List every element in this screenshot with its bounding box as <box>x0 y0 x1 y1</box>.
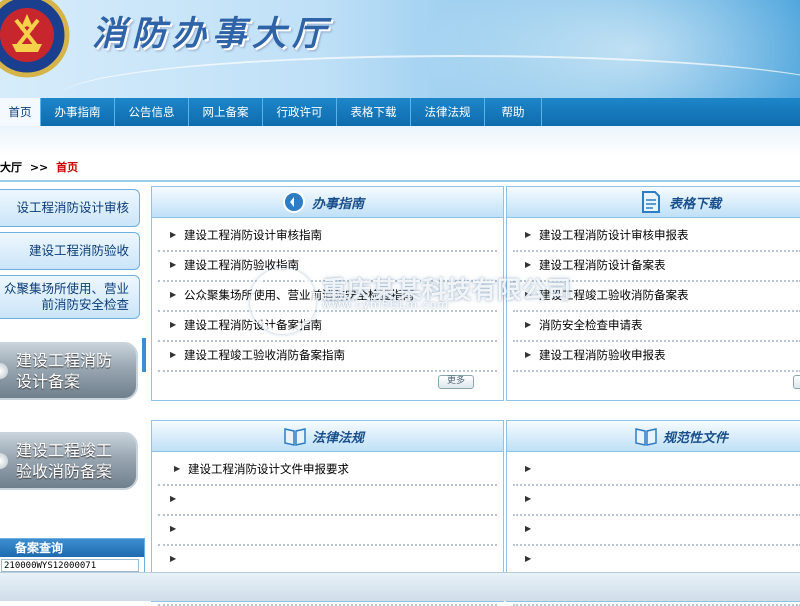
fire-emblem-icon <box>0 0 70 78</box>
arrow-icon: ▶ <box>170 260 177 269</box>
nav-item-forms[interactable]: 表格下载 <box>337 98 411 126</box>
guide-panel-title: 办事指南 <box>312 197 365 212</box>
arrow-icon: ▶ <box>170 494 177 503</box>
completion-filing-label: 建设工程竣工验收消防备案 <box>16 441 113 481</box>
guide-panel-header: 办事指南 <box>152 187 503 218</box>
main-nav: 首页 办事指南 公告信息 网上备案 行政许可 表格下载 法律法规 帮助 <box>0 98 800 126</box>
arrow-icon: ▶ <box>170 524 177 533</box>
arrow-icon: ▶ <box>525 320 532 329</box>
guide-icon <box>283 191 305 213</box>
design-filing-label: 建设工程消防设计备案 <box>16 351 113 391</box>
nav-item-permit[interactable]: 行政许可 <box>263 98 337 126</box>
site-title: 消防办事大厅 <box>92 14 332 54</box>
filing-query-title: 备案查询 <box>0 539 144 557</box>
breadcrumb: 大厅 >> 首页 <box>0 159 78 177</box>
forms-panel-title: 表格下载 <box>669 197 722 212</box>
list-item[interactable]: ▶ <box>513 486 800 516</box>
arrow-icon: ▶ <box>170 350 177 359</box>
norms-panel-title: 规范性文件 <box>663 431 729 446</box>
norms-panel-header: 规范性文件 <box>507 421 800 452</box>
bottom-bar <box>0 572 800 601</box>
list-item[interactable]: ▶ <box>513 516 800 546</box>
divider <box>0 180 800 182</box>
banner-swoosh <box>60 55 800 98</box>
list-item[interactable]: ▶ 消防安全检查申请表 <box>513 312 800 342</box>
list-item[interactable]: ▶ <box>513 456 800 486</box>
more-button[interactable]: 更多 <box>438 375 474 389</box>
list-item[interactable]: ▶ 建设工程消防设计审核指南 <box>158 222 497 252</box>
filing-query-box: 备案查询 <box>0 538 145 574</box>
list-item[interactable]: ▶ 建设工程消防设计备案指南 <box>158 312 497 342</box>
design-filing-button[interactable]: 建设工程消防设计备案 <box>0 342 138 400</box>
arrow-icon: ▶ <box>525 494 532 503</box>
watermark-url: www.cym5GLm.com <box>322 298 450 311</box>
nav-item-online-filing[interactable]: 网上备案 <box>189 98 263 126</box>
arrow-icon: ▶ <box>170 320 177 329</box>
knob-icon <box>0 363 8 379</box>
watermark: 重庆某某科技有限公司 www.cym5GLm.com <box>260 270 572 311</box>
arrow-icon: ▶ <box>525 554 532 563</box>
scroll-indicator <box>142 338 146 372</box>
design-review-button[interactable]: 设工程消防设计审核 <box>0 189 140 227</box>
document-icon <box>642 191 660 213</box>
arrow-icon: ▶ <box>525 350 532 359</box>
arrow-icon: ▶ <box>174 464 181 473</box>
header-banner: 消防办事大厅 <box>0 0 800 98</box>
arrow-icon: ▶ <box>525 230 532 239</box>
knob-icon <box>0 453 8 469</box>
more-button[interactable] <box>793 375 800 389</box>
list-item[interactable]: ▶ 建设工程消防设计文件申报要求 <box>158 456 497 486</box>
nav-item-notices[interactable]: 公告信息 <box>115 98 189 126</box>
nav-item-laws[interactable]: 法律法规 <box>411 98 485 126</box>
breadcrumb-current: 首页 <box>56 161 79 174</box>
nav-subbar <box>0 126 800 156</box>
forms-panel-header: 表格下载 <box>507 187 800 218</box>
book-icon <box>635 428 657 446</box>
completion-filing-button[interactable]: 建设工程竣工验收消防备案 <box>0 432 138 490</box>
book-icon <box>284 428 306 446</box>
nav-item-home[interactable]: 首页 <box>0 98 41 126</box>
arrow-icon: ▶ <box>170 290 177 299</box>
law-panel-title: 法律法规 <box>312 431 365 446</box>
breadcrumb-parent[interactable]: 大厅 <box>0 161 22 174</box>
arrow-icon: ▶ <box>525 464 532 473</box>
breadcrumb-separator: >> <box>29 161 49 174</box>
arrow-icon: ▶ <box>170 554 177 563</box>
list-item[interactable]: ▶ 建设工程消防验收申报表 <box>513 342 800 372</box>
nav-item-guide[interactable]: 办事指南 <box>41 98 115 126</box>
list-item[interactable]: ▶ <box>158 516 497 546</box>
fire-acceptance-button[interactable]: 建设工程消防验收 <box>0 232 140 270</box>
law-panel-header: 法律法规 <box>152 421 503 452</box>
nav-item-help[interactable]: 帮助 <box>485 98 542 126</box>
filing-query-input[interactable] <box>1 559 139 572</box>
safety-inspection-button[interactable]: 众聚集场所使用、营业前消防安全检查 <box>0 275 140 319</box>
arrow-icon: ▶ <box>525 524 532 533</box>
list-item[interactable]: ▶ 建设工程竣工验收消防备案指南 <box>158 342 497 372</box>
list-item[interactable]: ▶ <box>158 486 497 516</box>
arrow-icon: ▶ <box>170 230 177 239</box>
list-item[interactable]: ▶ 建设工程消防设计审核申报表 <box>513 222 800 252</box>
